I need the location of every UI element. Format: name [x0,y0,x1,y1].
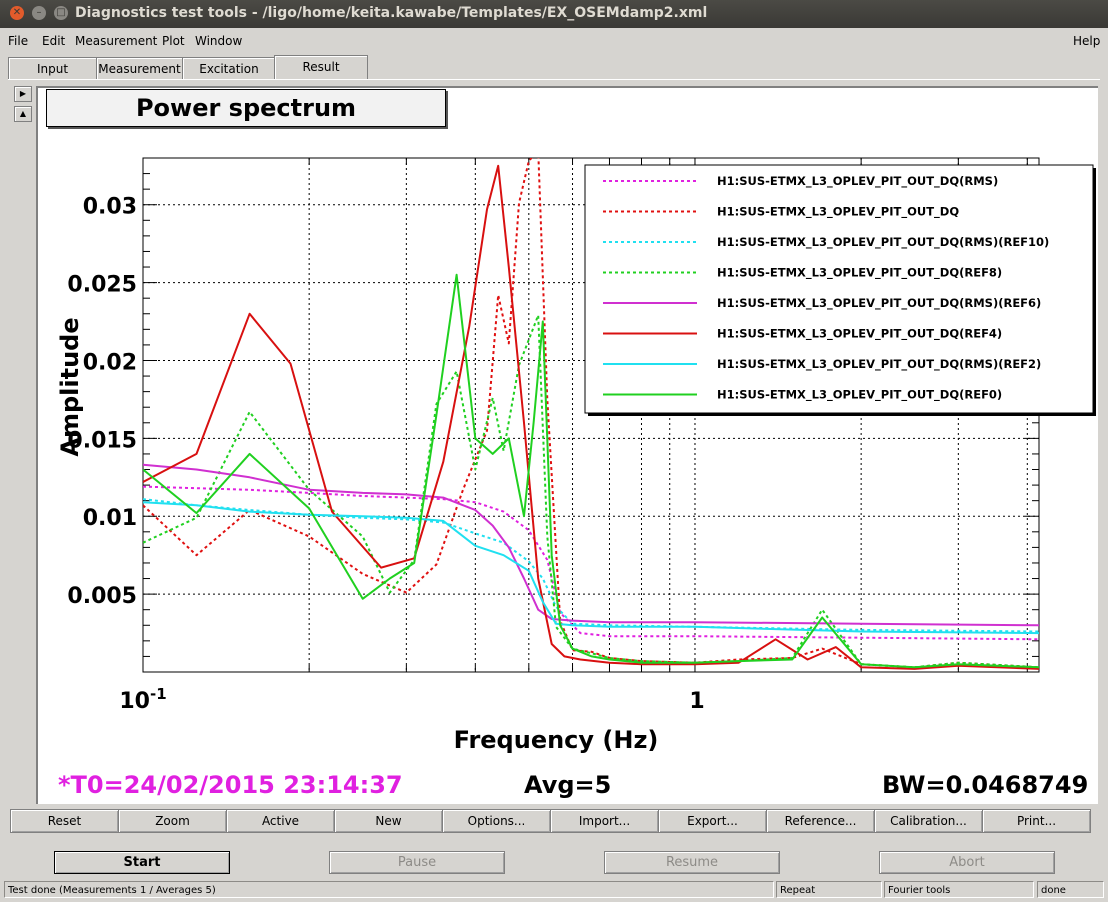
menu-file[interactable]: File [8,34,28,48]
reset-button[interactable]: Reset [10,809,119,833]
close-icon[interactable]: ✕ [10,6,24,20]
y-tick-label: 0.02 [83,350,137,375]
legend-entry: H1:SUS-ETMX_L3_OPLEV_PIT_OUT_DQ(RMS)(REF… [717,235,1049,250]
status-bar: Test done (Measurements 1 / Averages 5) … [0,880,1108,900]
tab-input[interactable]: Input [8,57,97,79]
arrow-right-icon[interactable]: ▶ [14,86,32,102]
tab-excitation[interactable]: Excitation [182,57,276,79]
status-message: Test done (Measurements 1 / Averages 5) [4,881,774,898]
y-tick-label: 0.01 [83,506,137,531]
import-button[interactable]: Import... [550,809,659,833]
print-button[interactable]: Print... [982,809,1091,833]
legend-entry: H1:SUS-ETMX_L3_OPLEV_PIT_OUT_DQ(REF4) [717,327,1002,342]
status-fourier: Fourier tools [884,881,1034,898]
menu-measurement[interactable]: Measurement [75,34,157,48]
series-line-0 [143,485,1039,641]
minimize-icon[interactable]: – [32,6,46,20]
arrow-up-icon[interactable]: ▲ [14,106,32,122]
new-button[interactable]: New [334,809,443,833]
abort-button[interactable]: Abort [879,851,1055,874]
legend-entry: H1:SUS-ETMX_L3_OPLEV_PIT_OUT_DQ(RMS) [717,174,998,189]
zoom-button[interactable]: Zoom [118,809,227,833]
menu-edit[interactable]: Edit [42,34,65,48]
series-line-6 [143,501,1039,635]
y-tick-label: 0.03 [83,195,137,220]
legend-box [584,164,1094,414]
start-button[interactable]: Start [54,851,230,874]
y-tick-label: 0.025 [67,273,137,298]
spectrum-plot[interactable]: 0.0050.010.0150.020.0250.0310-1 1Frequenc… [36,86,1096,802]
plot-button-row: Reset Zoom Active New Options... Import.… [10,809,1094,833]
x-tick-label: 10-1 [119,685,166,714]
menu-window[interactable]: Window [195,34,242,48]
y-axis-label: Amplitude [56,317,84,456]
legend-entry: H1:SUS-ETMX_L3_OPLEV_PIT_OUT_DQ [717,205,959,220]
resume-button[interactable]: Resume [604,851,780,874]
menu-bar: File Edit Measurement Plot Window Help [0,30,1108,52]
x-tick-label: 1 [689,689,704,714]
window-titlebar: ✕ – □ Diagnostics test tools - /ligo/hom… [0,0,1108,28]
control-row: Start Pause Resume Abort [0,850,1108,876]
t0-label: *T0=24/02/2015 23:14:37 [58,771,403,799]
pause-button[interactable]: Pause [329,851,505,874]
active-button[interactable]: Active [226,809,335,833]
bw-label: BW=0.0468749 [882,771,1089,799]
status-repeat: Repeat [776,881,882,898]
reference-button[interactable]: Reference... [766,809,875,833]
avg-label: Avg=5 [524,771,612,799]
status-state: done [1037,881,1104,898]
menu-help[interactable]: Help [1073,34,1100,48]
x-axis-label: Frequency (Hz) [454,726,659,754]
y-tick-label: 0.005 [67,584,137,609]
legend-entry: H1:SUS-ETMX_L3_OPLEV_PIT_OUT_DQ(RMS)(REF… [717,296,1041,311]
plot-title: Power spectrum [46,89,446,127]
tab-measurement[interactable]: Measurement [96,57,183,79]
legend-entry: H1:SUS-ETMX_L3_OPLEV_PIT_OUT_DQ(RMS)(REF… [717,357,1041,372]
maximize-icon[interactable]: □ [54,6,68,20]
export-button[interactable]: Export... [658,809,767,833]
window-title: Diagnostics test tools - /ligo/home/keit… [75,5,708,21]
tab-result[interactable]: Result [274,55,368,80]
menu-plot[interactable]: Plot [162,34,185,48]
legend-entry: H1:SUS-ETMX_L3_OPLEV_PIT_OUT_DQ(REF8) [717,266,1002,281]
legend-entry: H1:SUS-ETMX_L3_OPLEV_PIT_OUT_DQ(REF0) [717,388,1002,403]
calibration-button[interactable]: Calibration... [874,809,983,833]
options-button[interactable]: Options... [442,809,551,833]
series-line-4 [143,463,1039,627]
series-line-2 [143,498,1039,633]
